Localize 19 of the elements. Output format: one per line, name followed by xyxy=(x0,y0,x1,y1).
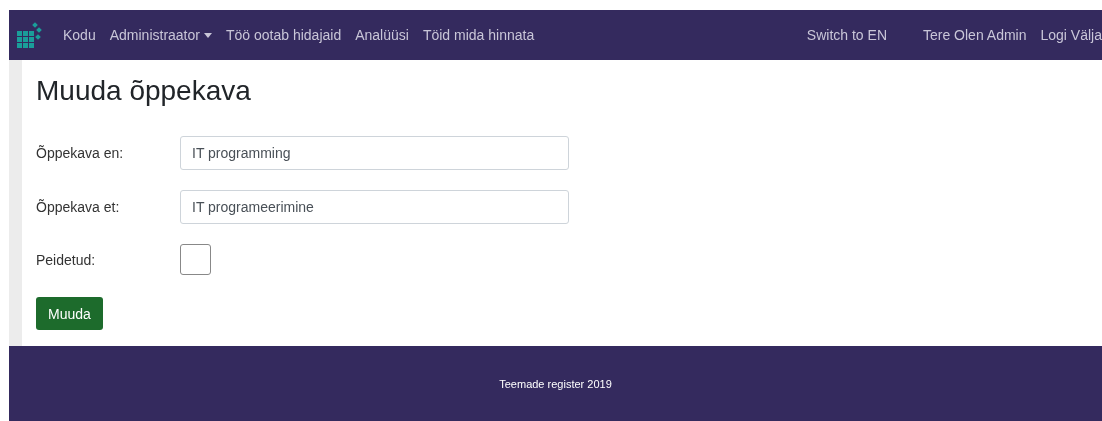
nav-dropdown[interactable]: Administraator xyxy=(109,27,212,43)
checkbox[interactable] xyxy=(180,244,211,275)
nav-link[interactable]: Logi Välja xyxy=(1040,27,1102,43)
field-label: Õppekava et: xyxy=(36,199,121,215)
footer-text: Teemade register 2019 xyxy=(499,377,612,390)
nav-link[interactable]: Töid mida hinnata xyxy=(422,27,535,43)
text-field[interactable]: IT programeerimine xyxy=(180,190,569,224)
field-label: Peidetud: xyxy=(36,251,97,268)
page-title: Muuda õppekava xyxy=(36,74,252,108)
caret-icon xyxy=(203,32,212,38)
nav-link[interactable]: Switch to EN xyxy=(806,27,887,43)
field-label: Õppekava en: xyxy=(36,145,125,161)
nav-link[interactable]: Töö ootab hidajaid xyxy=(225,27,342,43)
submit-button[interactable]: Muuda xyxy=(36,297,103,330)
nav-link[interactable]: Kodu xyxy=(63,27,96,43)
nav-link[interactable]: Tere Olen Admin xyxy=(923,27,1027,43)
text-field[interactable]: IT programming xyxy=(180,136,569,170)
nav-link[interactable]: Analüüsi xyxy=(355,27,409,43)
logo-icon xyxy=(15,21,43,49)
